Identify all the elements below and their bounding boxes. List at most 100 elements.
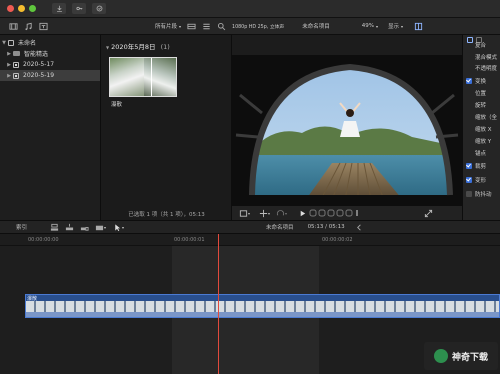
inspector-toggle-button[interactable]	[413, 21, 423, 31]
timecode-display-icon	[309, 209, 358, 217]
viewer-panel: ▾ ▾ ▾	[232, 35, 462, 220]
keyword-button[interactable]	[72, 3, 86, 14]
timeline-header: 索引 ▾ ▾ 未命名项目 05:13 / 05:13	[0, 220, 500, 234]
minimize-window-button[interactable]	[18, 5, 25, 12]
video-inspector-tab[interactable]	[467, 37, 473, 43]
ruler-timecode: 00:00:00:02	[322, 237, 353, 243]
inspector-row-label: 变换	[475, 79, 487, 85]
inspector-row-label: 位置	[475, 91, 487, 97]
key-icon	[75, 6, 82, 11]
fullscreen-button[interactable]	[423, 208, 433, 218]
disclosure-triangle-icon[interactable]: ▼	[0, 40, 8, 46]
timeline-history-back-button[interactable]	[355, 222, 365, 232]
inspector-row-position[interactable]: 位置	[475, 89, 486, 97]
inspector-row-blend-mode[interactable]: 混合模式	[475, 53, 497, 61]
photos-audio-button[interactable]	[23, 21, 33, 31]
library-item-smart-collections[interactable]: ▶ 智能精选	[0, 48, 100, 59]
video-frame-image	[232, 55, 462, 205]
inspector-row-crop[interactable]: 裁剪	[466, 162, 486, 170]
zoom-dropdown[interactable]: 49%	[362, 23, 374, 29]
inspector-row-transform[interactable]: 变换	[466, 77, 486, 85]
timeline-index-button[interactable]: 索引	[16, 223, 27, 231]
inspector-row-anchor[interactable]: 锚点	[475, 149, 486, 157]
disclosure-triangle-icon[interactable]: ▼	[106, 45, 109, 50]
inspector-row-label: 变形	[475, 178, 487, 184]
timeline-clip-audio	[26, 312, 499, 317]
inspector-row-scale-all[interactable]: 缩放（全	[475, 113, 497, 121]
insert-clip-button[interactable]	[64, 222, 74, 232]
date-group-label: 2020年5月8日	[111, 43, 156, 51]
zoom-window-button[interactable]	[29, 5, 36, 12]
selection-info: 已选取 1 项（共 1 项），05:13	[128, 212, 205, 218]
play-icon	[300, 210, 305, 216]
search-button[interactable]	[216, 21, 226, 31]
stabilization-checkbox[interactable]	[466, 191, 472, 197]
chevron-left-icon	[357, 223, 361, 231]
view-options-dropdown[interactable]: 显示	[388, 22, 399, 30]
inspector-row-stabilization[interactable]: 防抖动	[466, 190, 492, 198]
arrow-cursor-icon	[114, 223, 120, 231]
viewer-video-frame[interactable]	[232, 55, 462, 205]
connect-icon	[50, 223, 58, 231]
crop-checkbox[interactable]	[466, 163, 472, 169]
libraries-toggle-button[interactable]	[8, 21, 18, 31]
speedometer-icon	[276, 209, 284, 216]
speed-button[interactable]	[275, 208, 285, 218]
inspector-row-compositing[interactable]: 复合	[475, 41, 486, 49]
libraries-sidebar: ▼ 未命名 ▶ 智能精选 ▶ 2020-5-17 ▶ 2020-5-19	[0, 35, 101, 220]
inspector-row-scale-x[interactable]: 缩放 X	[475, 125, 492, 133]
chevron-down-icon: ▾	[268, 210, 271, 216]
disclosure-triangle-icon[interactable]: ▶	[5, 51, 13, 57]
overwrite-clip-button[interactable]	[94, 222, 104, 232]
timeline-ruler[interactable]: 00:00:00:00 00:00:00:01 00:00:00:02	[0, 234, 500, 246]
distort-checkbox[interactable]	[466, 177, 472, 183]
background-tasks-button[interactable]	[92, 3, 106, 14]
transform-checkbox[interactable]	[466, 78, 472, 84]
inspector-row-label: 旋转	[475, 103, 487, 109]
list-view-button[interactable]	[201, 21, 211, 31]
tool-select-button[interactable]	[112, 222, 122, 232]
clip-frame	[144, 58, 176, 96]
check-circle-icon	[96, 5, 102, 12]
playhead[interactable]	[218, 234, 219, 374]
connect-clip-button[interactable]	[49, 222, 59, 232]
watermark: 神奇下载	[424, 342, 498, 370]
play-button[interactable]	[297, 208, 307, 218]
inspector-row-label: 防抖动	[475, 192, 492, 198]
inspector-row-rotation[interactable]: 旋转	[475, 101, 486, 109]
clip-filter-dropdown[interactable]: 所有片段	[155, 22, 177, 30]
disclosure-triangle-icon[interactable]: ▶	[5, 73, 13, 79]
transform-tool-button[interactable]	[258, 208, 268, 218]
inspector-row-scale-y[interactable]: 缩放 Y	[475, 137, 491, 145]
inspector-row-label: 裁剪	[475, 164, 487, 170]
chevron-down-icon: ▾	[179, 23, 182, 29]
append-clip-button[interactable]	[79, 222, 89, 232]
inspector-row-opacity[interactable]: 不透明度	[475, 64, 497, 72]
close-window-button[interactable]	[7, 5, 14, 12]
music-icon	[24, 22, 32, 30]
browser-clip-thumbnail[interactable]	[109, 57, 177, 97]
inspector-row-label: 锚点	[475, 151, 487, 157]
chevron-down-icon: ▾	[122, 224, 125, 230]
insert-icon	[65, 223, 73, 230]
timeline-clip[interactable]: 瀑散	[25, 294, 500, 318]
inspector-row-label: 复合	[475, 43, 487, 49]
titles-generators-button[interactable]	[38, 21, 48, 31]
library-icon	[8, 39, 14, 46]
library-item-label: 未命名	[18, 40, 37, 47]
library-item-event-2020-5-17[interactable]: ▶ 2020-5-17	[0, 59, 100, 70]
disclosure-triangle-icon[interactable]: ▶	[5, 62, 13, 68]
clip-appearance-button[interactable]	[186, 21, 196, 31]
inspector-panel: 复合 混合模式 不透明度 变换 位置 旋转 缩放（全 缩放 X 缩放 Y 锚点 …	[462, 35, 500, 220]
download-icon	[56, 5, 62, 12]
library-item-event-2020-5-19[interactable]: ▶ 2020-5-19	[0, 70, 100, 81]
inspector-row-label: 缩放（全	[475, 115, 498, 121]
chevron-down-icon: ▾	[285, 210, 288, 216]
ruler-timecode: 00:00:00:01	[174, 237, 205, 243]
library-item-label: 智能精选	[24, 51, 49, 58]
import-button[interactable]	[52, 3, 66, 14]
library-item-root[interactable]: ▼ 未命名	[0, 37, 100, 48]
inspector-row-distort[interactable]: 变形	[466, 176, 486, 184]
view-mode-button[interactable]	[238, 208, 248, 218]
date-group-header[interactable]: ▼ 2020年5月8日 (1)	[106, 41, 170, 51]
